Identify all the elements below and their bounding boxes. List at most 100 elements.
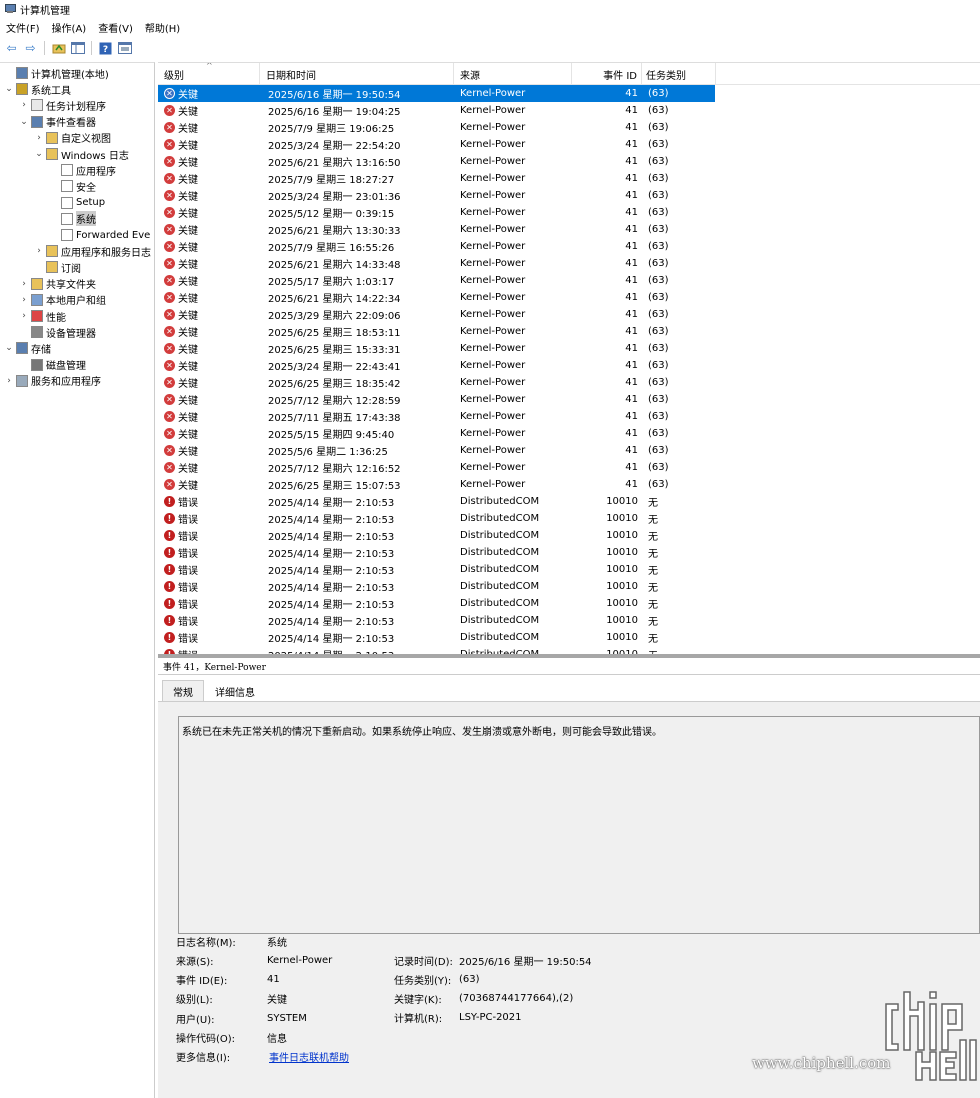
event-description[interactable]: 系统已在未先正常关机的情况下重新启动。如果系统停止响应、发生崩溃或意外断电，则可… (178, 716, 980, 934)
table-row[interactable]: ✕ 关键 2025/3/24 星期一 23:01:36 Kernel-Power 41 (… (158, 187, 715, 204)
table-row[interactable]: ✕ 关键 2025/7/9 星期三 16:55:26 Kernel-Power 41 (6… (158, 238, 715, 255)
column-header-event-id[interactable]: 事件 ID (572, 63, 642, 85)
menu-view[interactable]: 查看(V) (98, 20, 133, 35)
table-row[interactable]: ✕ 关键 2025/3/24 星期一 22:43:41 Kernel-Power 41 (… (158, 357, 715, 374)
properties-icon[interactable] (117, 41, 132, 56)
table-row[interactable]: !错误 2025/4/14 星期一 2:10:53 DistributedCOM 10… (158, 629, 715, 646)
table-row[interactable]: ✕ 关键 2025/6/25 星期三 15:33:31 Kernel-Power 41 (… (158, 340, 715, 357)
tree-node[interactable]: 设备管理器 (19, 324, 96, 340)
table-row[interactable]: ✕ 关键 2025/3/29 星期六 22:09:06 Kernel-Power 41 (… (158, 306, 715, 323)
table-row[interactable]: ✕ 关键 2025/6/25 星期三 15:07:53 Kernel-Power 41 (… (158, 476, 715, 493)
table-row[interactable]: ✕ 关键 2025/6/16 星期一 19:50:54 Kernel-Power 41 (… (158, 85, 715, 102)
table-row[interactable]: !错误 2025/4/14 星期一 2:10:53 DistributedCOM 10… (158, 561, 715, 578)
column-header-level[interactable]: 级别 ^ (158, 63, 260, 85)
column-label: 日期和时间 (266, 70, 316, 82)
table-row[interactable]: !错误 2025/4/14 星期一 2:10:53 DistributedCOM 10… (158, 612, 715, 629)
forward-icon[interactable]: ⇨ (23, 41, 38, 56)
collapsed-chevron-icon[interactable]: › (34, 246, 44, 256)
table-row[interactable]: !错误 2025/4/14 星期一 2:10:53 DistributedCOM 10… (158, 646, 715, 654)
expanded-chevron-icon[interactable]: ⌄ (4, 343, 14, 353)
show-hide-tree-icon[interactable] (70, 41, 85, 56)
tree-node[interactable]: › 服务和应用程序 (4, 373, 101, 389)
cell-source: DistributedCOM (460, 581, 540, 592)
table-row[interactable]: ✕ 关键 2025/6/25 星期三 18:35:42 Kernel-Power 41 (… (158, 374, 715, 391)
tree-node[interactable]: 应用程序 (49, 162, 116, 178)
table-row[interactable]: !错误 2025/4/14 星期一 2:10:53 DistributedCOM 10… (158, 493, 715, 510)
property-value: 系统 (267, 937, 287, 949)
tree-node[interactable]: 订阅 (34, 259, 81, 275)
collapsed-chevron-icon[interactable]: › (34, 133, 44, 143)
online-help-link[interactable]: 事件日志联机帮助 (269, 1049, 349, 1065)
tree-node[interactable]: › 自定义视图 (34, 130, 111, 146)
tree-node[interactable]: 磁盘管理 (19, 357, 86, 373)
critical-icon: ✕ (164, 360, 175, 371)
tree-node[interactable]: ⌄ 存储 (4, 340, 51, 356)
tree-node-label: Windows 日志 (61, 150, 129, 162)
table-row[interactable]: ✕ 关键 2025/6/25 星期三 18:53:11 Kernel-Power 41 (… (158, 323, 715, 340)
menu-file[interactable]: 文件(F) (6, 20, 40, 35)
table-row[interactable]: ✕ 关键 2025/3/24 星期一 22:54:20 Kernel-Power 41 (… (158, 136, 715, 153)
tree-node[interactable]: Forwarded Eve (49, 227, 150, 243)
column-header-date[interactable]: 日期和时间 (260, 63, 454, 85)
cell-level: ✕ 关键 (164, 289, 198, 306)
event-list: 级别 ^ 日期和时间 来源 事件 ID 任务类别 ✕ 关键 2025/6/16 星期一… (158, 62, 980, 654)
collapsed-chevron-icon[interactable]: › (19, 295, 29, 305)
table-row[interactable]: ✕ 关键 2025/7/12 星期六 12:16:52 Kernel-Power 41 (… (158, 459, 715, 476)
shared-folder-icon (31, 277, 43, 290)
back-icon[interactable]: ⇦ (4, 41, 19, 56)
tree-node[interactable]: › 任务计划程序 (19, 97, 106, 113)
tree-node[interactable]: ⌄ Windows 日志 (34, 146, 129, 162)
tree-node[interactable]: › 应用程序和服务日志 (34, 243, 151, 259)
menu-help[interactable]: 帮助(H) (145, 20, 180, 35)
collapsed-chevron-icon[interactable]: › (19, 311, 29, 321)
tree-node[interactable]: 安全 (49, 178, 96, 194)
tree-node[interactable]: ⌄ 事件查看器 (19, 114, 96, 130)
column-header-task-category[interactable]: 任务类别 (642, 63, 716, 85)
column-header-source[interactable]: 来源 (454, 63, 572, 85)
tree-node[interactable]: › 本地用户和组 (19, 292, 106, 308)
collapsed-chevron-icon[interactable]: › (4, 376, 14, 386)
table-row[interactable]: !错误 2025/4/14 星期一 2:10:53 DistributedCOM 10… (158, 544, 715, 561)
expanded-chevron-icon[interactable]: ⌄ (19, 117, 29, 127)
tree-node[interactable]: Setup (49, 195, 105, 211)
error-icon: ! (164, 530, 175, 541)
help-icon[interactable]: ? (98, 41, 113, 56)
cell-task-category: (63) (648, 207, 669, 218)
up-folder-icon[interactable] (51, 41, 66, 56)
level-text: 关键 (178, 396, 198, 407)
collapsed-chevron-icon[interactable]: › (19, 279, 29, 289)
menu-action[interactable]: 操作(A) (52, 20, 87, 35)
tab-general[interactable]: 常规 (162, 680, 204, 702)
toolbar-separator (91, 41, 92, 55)
table-row[interactable]: !错误 2025/4/14 星期一 2:10:53 DistributedCOM 10… (158, 527, 715, 544)
table-row[interactable]: ✕ 关键 2025/7/9 星期三 18:27:27 Kernel-Power 41 (6… (158, 170, 715, 187)
tree-node[interactable]: 系统 (49, 211, 96, 227)
table-row[interactable]: !错误 2025/4/14 星期一 2:10:53 DistributedCOM 10… (158, 578, 715, 595)
table-row[interactable]: ✕ 关键 2025/7/12 星期六 12:28:59 Kernel-Power 41 (… (158, 391, 715, 408)
property-label: 任务类别(Y): (394, 975, 452, 987)
table-row[interactable]: ✕ 关键 2025/7/9 星期三 19:06:25 Kernel-Power 41 (6… (158, 119, 715, 136)
cell-event-id: 41 (625, 292, 638, 303)
table-row[interactable]: ✕ 关键 2025/6/21 星期六 14:22:34 Kernel-Power 41 (… (158, 289, 715, 306)
table-row[interactable]: ✕ 关键 2025/5/6 星期二 1:36:25 Kernel-Power 41 (63… (158, 442, 715, 459)
table-row[interactable]: ✕ 关键 2025/6/21 星期六 13:16:50 Kernel-Power 41 (… (158, 153, 715, 170)
expanded-chevron-icon[interactable]: ⌄ (4, 84, 14, 94)
table-row[interactable]: ✕ 关键 2025/6/16 星期一 19:04:25 Kernel-Power 41 (… (158, 102, 715, 119)
table-row[interactable]: !错误 2025/4/14 星期一 2:10:53 DistributedCOM 10… (158, 510, 715, 527)
table-row[interactable]: ✕ 关键 2025/7/11 星期五 17:43:38 Kernel-Power 41 (… (158, 408, 715, 425)
table-row[interactable]: ✕ 关键 2025/6/21 星期六 14:33:48 Kernel-Power 41 (… (158, 255, 715, 272)
tree-node[interactable]: › 性能 (19, 308, 66, 324)
tab-details[interactable]: 详细信息 (204, 680, 266, 702)
collapsed-chevron-icon[interactable]: › (19, 100, 29, 110)
cell-level: ✕ 关键 (164, 374, 198, 391)
table-row[interactable]: ✕ 关键 2025/6/21 星期六 13:30:33 Kernel-Power 41 (… (158, 221, 715, 238)
cell-source: Kernel-Power (460, 241, 526, 252)
table-row[interactable]: ✕ 关键 2025/5/12 星期一 0:39:15 Kernel-Power 41 (6… (158, 204, 715, 221)
tree-node[interactable]: › 共享文件夹 (19, 276, 96, 292)
table-row[interactable]: ✕ 关键 2025/5/17 星期六 1:03:17 Kernel-Power 41 (6… (158, 272, 715, 289)
table-row[interactable]: ✕ 关键 2025/5/15 星期四 9:45:40 Kernel-Power 41 (6… (158, 425, 715, 442)
expanded-chevron-icon[interactable]: ⌄ (34, 149, 44, 159)
table-row[interactable]: !错误 2025/4/14 星期一 2:10:53 DistributedCOM 10… (158, 595, 715, 612)
tree-node[interactable]: 计算机管理(本地) (4, 65, 109, 81)
tree-node[interactable]: ⌄ 系统工具 (4, 81, 71, 97)
